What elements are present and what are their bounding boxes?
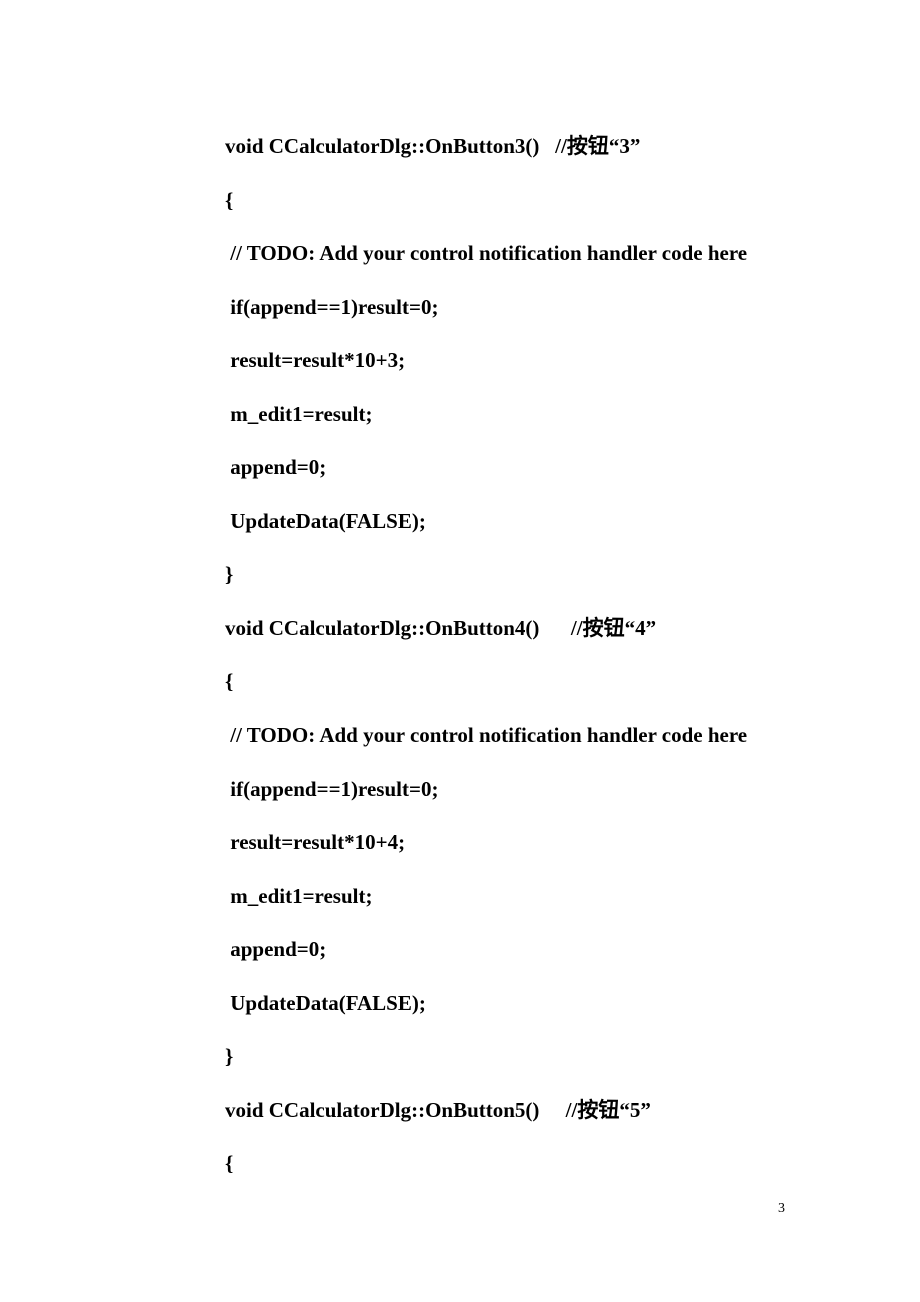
code-line: } bbox=[225, 548, 785, 602]
code-line: UpdateData(FALSE); bbox=[225, 977, 785, 1031]
code-line: { bbox=[225, 655, 785, 709]
code-line: void CCalculatorDlg::OnButton5() //按钮“5” bbox=[225, 1084, 785, 1138]
code-line: } bbox=[225, 1030, 785, 1084]
code-line: if(append==1)result=0; bbox=[225, 763, 785, 817]
code-line: result=result*10+3; bbox=[225, 334, 785, 388]
code-line: void CCalculatorDlg::OnButton3() //按钮“3” bbox=[225, 120, 785, 174]
code-line: UpdateData(FALSE); bbox=[225, 495, 785, 549]
code-line: if(append==1)result=0; bbox=[225, 281, 785, 335]
code-line: m_edit1=result; bbox=[225, 388, 785, 442]
code-line: // TODO: Add your control notification h… bbox=[225, 227, 785, 281]
code-line: append=0; bbox=[225, 923, 785, 977]
page-number: 3 bbox=[778, 1201, 785, 1217]
code-block: void CCalculatorDlg::OnButton3() //按钮“3”… bbox=[225, 120, 785, 1191]
code-line: m_edit1=result; bbox=[225, 870, 785, 924]
code-line: { bbox=[225, 174, 785, 228]
code-line: { bbox=[225, 1137, 785, 1191]
code-line: result=result*10+4; bbox=[225, 816, 785, 870]
code-line: append=0; bbox=[225, 441, 785, 495]
code-line: // TODO: Add your control notification h… bbox=[225, 709, 785, 763]
document-page: void CCalculatorDlg::OnButton3() //按钮“3”… bbox=[0, 0, 920, 1302]
code-line: void CCalculatorDlg::OnButton4() //按钮“4” bbox=[225, 602, 785, 656]
